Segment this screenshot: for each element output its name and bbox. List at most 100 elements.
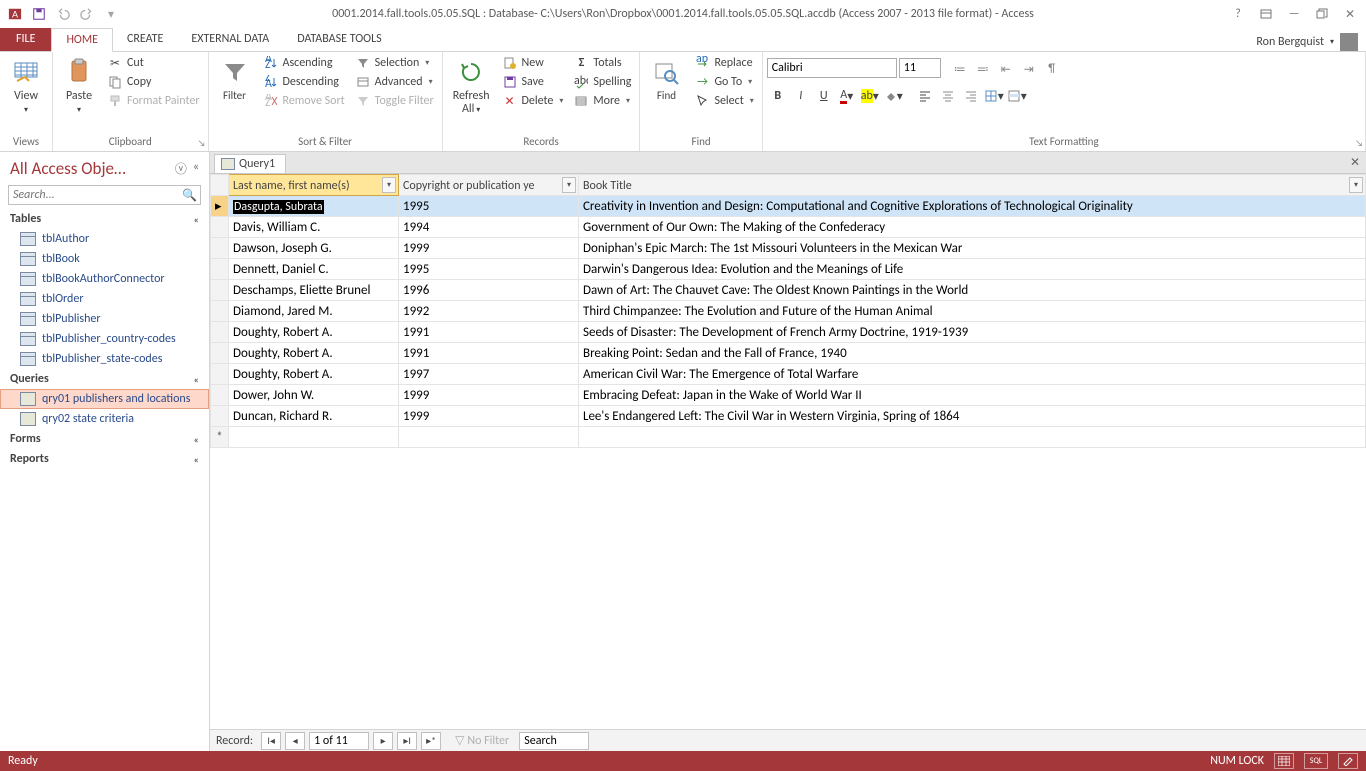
highlight-icon[interactable]: ab▾ xyxy=(859,85,881,107)
alt-row-icon[interactable]: ▾ xyxy=(1006,85,1028,107)
restore-icon[interactable] xyxy=(1310,5,1334,23)
nav-section-forms[interactable]: Forms« xyxy=(0,429,209,449)
cell-year[interactable]: 1991 xyxy=(399,322,579,343)
fill-icon[interactable]: ▾ xyxy=(882,85,904,107)
column-header[interactable]: Copyright or publication ye▾ xyxy=(399,175,579,196)
delete-record-button[interactable]: ✕Delete xyxy=(498,92,568,110)
cell-title[interactable]: Seeds of Disaster: The Development of Fr… xyxy=(579,322,1366,343)
cell-year[interactable]: 1995 xyxy=(399,196,579,217)
row-header[interactable] xyxy=(211,301,229,322)
nav-section-reports[interactable]: Reports« xyxy=(0,449,209,469)
remove-sort-button[interactable]: AZRemove Sort xyxy=(259,92,349,110)
save-record-button[interactable]: Save xyxy=(498,73,568,91)
nav-item-table[interactable]: tblOrder xyxy=(0,289,209,309)
numbering-icon[interactable]: ≕ xyxy=(972,58,994,80)
nav-first-icon[interactable]: I◂ xyxy=(261,732,281,750)
column-dropdown-icon[interactable]: ▾ xyxy=(382,177,396,193)
goto-button[interactable]: →Go To xyxy=(690,73,757,91)
cell-title[interactable]: Doniphan's Epic March: The 1st Missouri … xyxy=(579,238,1366,259)
ltr-icon[interactable]: ¶ xyxy=(1041,58,1063,80)
cell-name[interactable]: Deschamps, Eliette Brunel xyxy=(229,280,399,301)
cell-title[interactable]: Dawn of Art: The Chauvet Cave: The Oldes… xyxy=(579,280,1366,301)
row-header[interactable]: ▸ xyxy=(211,196,229,217)
copy-button[interactable]: Copy xyxy=(103,73,204,91)
ribbon-display-icon[interactable] xyxy=(1254,5,1278,23)
nav-last-icon[interactable]: ▸I xyxy=(397,732,417,750)
view-datasheet-icon[interactable] xyxy=(1274,753,1294,769)
row-header[interactable] xyxy=(211,364,229,385)
cell-year[interactable] xyxy=(399,427,579,448)
totals-button[interactable]: ΣTotals xyxy=(569,54,635,72)
nav-prev-icon[interactable]: ◂ xyxy=(285,732,305,750)
cell-name[interactable]: Doughty, Robert A. xyxy=(229,364,399,385)
cell-title[interactable]: Lee's Endangered Left: The Civil War in … xyxy=(579,406,1366,427)
nav-item-table[interactable]: tblAuthor xyxy=(0,229,209,249)
search-icon[interactable]: 🔍 xyxy=(182,188,197,203)
refresh-all-button[interactable]: Refresh All ▾ xyxy=(447,54,496,118)
access-app-icon[interactable]: A xyxy=(6,5,24,23)
table-row[interactable]: Dower, John W.1999Embracing Defeat: Japa… xyxy=(211,385,1366,406)
undo-icon[interactable] xyxy=(54,5,72,23)
save-icon[interactable] xyxy=(30,5,48,23)
cell-year[interactable]: 1999 xyxy=(399,406,579,427)
table-row[interactable]: Doughty, Robert A.1997American Civil War… xyxy=(211,364,1366,385)
cell-title[interactable]: Creativity in Invention and Design: Comp… xyxy=(579,196,1366,217)
align-left-icon[interactable] xyxy=(914,85,936,107)
bold-icon[interactable]: B xyxy=(767,85,789,107)
cell-year[interactable]: 1999 xyxy=(399,385,579,406)
ascending-button[interactable]: AZAscending xyxy=(259,54,349,72)
avatar[interactable] xyxy=(1340,33,1358,51)
qat-customize-icon[interactable]: ▾ xyxy=(102,5,120,23)
gridlines-icon[interactable]: ▾ xyxy=(983,85,1005,107)
tab-create[interactable]: CREATE xyxy=(113,27,177,51)
tab-database-tools[interactable]: DATABASE TOOLS xyxy=(283,27,395,51)
nav-item-table[interactable]: tblPublisher xyxy=(0,309,209,329)
cell-year[interactable]: 1991 xyxy=(399,343,579,364)
indent-dec-icon[interactable]: ⇤ xyxy=(995,58,1017,80)
cell-title[interactable]: Embracing Defeat: Japan in the Wake of W… xyxy=(579,385,1366,406)
row-header[interactable] xyxy=(211,217,229,238)
cell-name[interactable]: Duncan, Richard R. xyxy=(229,406,399,427)
table-row[interactable]: Dennett, Daniel C.1995Darwin's Dangerous… xyxy=(211,259,1366,280)
record-search-input[interactable] xyxy=(519,732,589,750)
align-center-icon[interactable] xyxy=(937,85,959,107)
underline-icon[interactable]: U xyxy=(813,85,835,107)
column-header[interactable]: Book Title▾ xyxy=(579,175,1366,196)
column-dropdown-icon[interactable]: ▾ xyxy=(562,177,576,193)
cell-year[interactable]: 1992 xyxy=(399,301,579,322)
nav-section-queries[interactable]: Queries« xyxy=(0,369,209,389)
table-row[interactable]: Doughty, Robert A.1991Breaking Point: Se… xyxy=(211,343,1366,364)
spelling-button[interactable]: abcSpelling xyxy=(569,73,635,91)
more-button[interactable]: More xyxy=(569,92,635,110)
nav-menu-icon[interactable]: ⓥ xyxy=(173,160,189,177)
align-right-icon[interactable] xyxy=(960,85,982,107)
table-row[interactable]: Dawson, Joseph G.1999Doniphan's Epic Mar… xyxy=(211,238,1366,259)
tab-external-data[interactable]: EXTERNAL DATA xyxy=(177,27,283,51)
help-icon[interactable]: ? xyxy=(1226,5,1250,23)
nav-search-input[interactable] xyxy=(8,185,201,205)
cell-name[interactable]: Doughty, Robert A. xyxy=(229,322,399,343)
user-dropdown-icon[interactable]: ▾ xyxy=(1330,37,1334,47)
column-header[interactable]: Last name, first name(s)▾ xyxy=(229,175,399,196)
cell-year[interactable]: 1999 xyxy=(399,238,579,259)
view-design-icon[interactable] xyxy=(1338,753,1358,769)
bullets-icon[interactable]: ≔ xyxy=(949,58,971,80)
nav-item-query[interactable]: qry01 publishers and locations xyxy=(0,389,209,409)
format-painter-button[interactable]: Format Painter xyxy=(103,92,204,110)
cell-year[interactable]: 1996 xyxy=(399,280,579,301)
new-record-button[interactable]: New xyxy=(498,54,568,72)
table-row[interactable]: Duncan, Richard R.1999Lee's Endangered L… xyxy=(211,406,1366,427)
row-header[interactable] xyxy=(211,280,229,301)
cell-title[interactable]: Darwin's Dangerous Idea: Evolution and t… xyxy=(579,259,1366,280)
indent-inc-icon[interactable]: ⇥ xyxy=(1018,58,1040,80)
cell-title[interactable] xyxy=(579,427,1366,448)
row-header[interactable] xyxy=(211,427,229,448)
redo-icon[interactable] xyxy=(78,5,96,23)
cell-year[interactable]: 1994 xyxy=(399,217,579,238)
row-header[interactable] xyxy=(211,259,229,280)
close-icon[interactable]: ✕ xyxy=(1338,5,1362,23)
select-button[interactable]: Select xyxy=(690,92,757,110)
cell-title[interactable]: Breaking Point: Sedan and the Fall of Fr… xyxy=(579,343,1366,364)
datasheet[interactable]: Last name, first name(s)▾Copyright or pu… xyxy=(210,174,1366,729)
nav-item-table[interactable]: tblBookAuthorConnector xyxy=(0,269,209,289)
